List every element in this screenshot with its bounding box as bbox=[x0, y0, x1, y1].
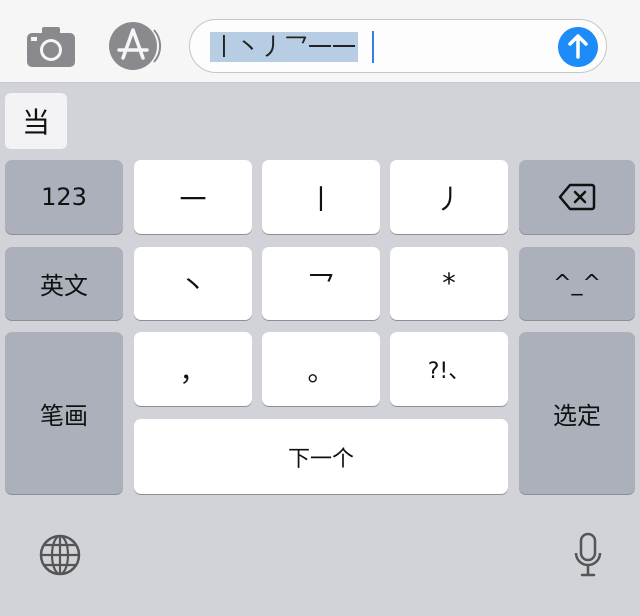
stroke-mode-key[interactable]: 笔画 bbox=[5, 332, 123, 494]
arrow-up-icon[interactable] bbox=[558, 27, 598, 67]
delete-button[interactable] bbox=[519, 160, 635, 234]
numbers-key[interactable]: 123 bbox=[5, 160, 123, 234]
english-key[interactable]: 英文 bbox=[5, 247, 123, 320]
candidate-item[interactable]: 当 bbox=[5, 93, 67, 149]
message-input[interactable]: 丨丶丿乛一一 bbox=[189, 19, 607, 73]
input-text: 丨丶丿乛一一 bbox=[210, 32, 358, 62]
punctuation-key[interactable]: ?!、 bbox=[390, 332, 508, 406]
globe-icon[interactable] bbox=[38, 533, 82, 577]
text-caret bbox=[372, 31, 374, 63]
period-key[interactable]: 。 bbox=[262, 332, 380, 406]
wildcard-key[interactable]: * bbox=[390, 247, 508, 320]
comma-key[interactable]: ， bbox=[134, 332, 252, 406]
stroke-key-horizontal[interactable]: 一 bbox=[134, 160, 252, 234]
candidate-bar: 当 bbox=[0, 83, 640, 155]
stroke-key-left-falling[interactable]: 丿 bbox=[390, 160, 508, 234]
delete-backward-icon bbox=[558, 183, 596, 211]
app-store-icon[interactable] bbox=[107, 20, 165, 72]
next-key[interactable]: 下一个 bbox=[134, 419, 508, 494]
microphone-icon[interactable] bbox=[573, 532, 603, 578]
message-toolbar: 丨丶丿乛一一 bbox=[0, 0, 640, 83]
stroke-key-turning[interactable]: 乛 bbox=[262, 247, 380, 320]
stroke-key-dot[interactable]: 丶 bbox=[134, 247, 252, 320]
emoticon-key[interactable]: ^_^ bbox=[519, 247, 635, 320]
camera-icon[interactable] bbox=[25, 25, 77, 69]
select-key[interactable]: 选定 bbox=[519, 332, 635, 494]
stroke-key-vertical[interactable]: 丨 bbox=[262, 160, 380, 234]
